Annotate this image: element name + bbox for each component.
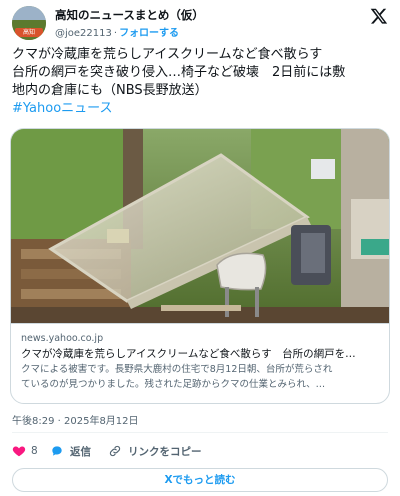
tweet-text: クマが冷蔵庫を荒らしアイスクリームなど食べ散らす 台所の網戸を突き破り侵入…椅子… xyxy=(12,46,390,118)
card-meta: news.yahoo.co.jp クマが冷蔵庫を荒らしアイスクリームなど食べ散ら… xyxy=(11,323,389,403)
account-name[interactable]: 高知のニュースまとめ（仮） xyxy=(55,7,204,23)
card-description-line: ているのが見つかりました。残された足跡からクマの仕業とみられ、… xyxy=(21,379,326,390)
card-domain: news.yahoo.co.jp xyxy=(21,333,104,344)
tweet-line: クマが冷蔵庫を荒らしアイスクリームなど食べ散らす xyxy=(12,47,323,62)
copy-link-label: リンクをコピー xyxy=(128,445,202,458)
link-icon xyxy=(109,445,121,457)
read-more-button[interactable]: Xでもっと読む xyxy=(12,468,388,492)
card-description-line: クマによる被害です。長野県大鹿村の住宅で8月12日朝、台所が荒らされ xyxy=(21,364,333,375)
card-image[interactable] xyxy=(11,129,390,323)
heart-icon xyxy=(12,446,26,457)
copy-link-button[interactable]: リンクをコピー xyxy=(108,440,202,462)
avatar[interactable]: 高知 xyxy=(12,6,46,40)
handle-line: @joe22113 · フォローする xyxy=(55,24,179,39)
x-logo-icon[interactable] xyxy=(370,7,388,25)
follow-button[interactable]: フォローする xyxy=(119,28,179,39)
card-description: クマによる被害です。長野県大鹿村の住宅で8月12日朝、台所が荒らされ ているのが… xyxy=(21,362,381,392)
link-card[interactable]: news.yahoo.co.jp クマが冷蔵庫を荒らしアイスクリームなど食べ散ら… xyxy=(10,128,390,404)
timestamp[interactable]: 午後8:29 · 2025年8月12日 xyxy=(12,412,139,427)
account-handle[interactable]: @joe22113 xyxy=(55,28,112,39)
tweet-header: 高知 高知のニュースまとめ（仮） @joe22113 · フォローする xyxy=(12,6,388,40)
reply-button[interactable]: 返信 xyxy=(50,440,91,462)
divider xyxy=(12,432,388,433)
reply-bubble-icon xyxy=(52,446,62,456)
hashtag-link[interactable]: #Yahooニュース xyxy=(12,100,390,118)
tweet-line: 台所の網戸を突き破り侵入…椅子など破壊 2日前には敷 xyxy=(12,65,346,80)
card-title[interactable]: クマが冷蔵庫を荒らしアイスクリームなど食べ散らす 台所の網戸を… xyxy=(21,346,381,362)
like-button[interactable]: 8 xyxy=(12,440,38,462)
avatar-badge: 高知 xyxy=(15,28,43,37)
separator-dot: · xyxy=(113,28,118,39)
action-bar: 8 返信 リンクをコピー xyxy=(12,440,388,462)
tweet-line: 地内の倉庫にも（NBS長野放送） xyxy=(12,83,208,98)
like-count: 8 xyxy=(31,445,38,457)
reply-label: 返信 xyxy=(70,445,91,458)
